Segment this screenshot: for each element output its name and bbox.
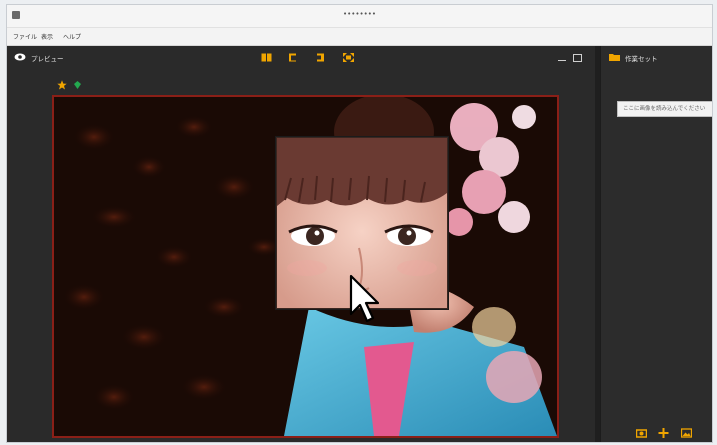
pane-maximize-button[interactable] (573, 54, 582, 62)
menu-file[interactable]: ファイル (13, 32, 37, 41)
menu-bar: ファイル 表示 ヘルプ (7, 28, 712, 46)
mouse-cursor-icon (349, 274, 379, 323)
gem-icon[interactable] (74, 81, 81, 89)
preview-pane: プレビュー (7, 46, 595, 442)
window-title: •••••••• (342, 10, 377, 18)
book-icon[interactable] (261, 53, 272, 62)
menu-view[interactable]: 表示 (41, 32, 53, 41)
application-window: •••••••• ファイル 表示 ヘルプ プレビュー 作業セット ここに画像を読… (6, 4, 713, 443)
workset-pane-title: 作業セット (625, 55, 658, 63)
menu-help[interactable]: ヘルプ (63, 32, 81, 41)
fit-icon[interactable] (343, 53, 354, 62)
plus-icon[interactable] (658, 428, 669, 438)
star-icon[interactable] (57, 80, 67, 90)
rotate-right-icon[interactable] (315, 53, 326, 62)
workset-toolbar (636, 428, 706, 440)
workset-pane: 作業セット ここに画像を読み込んでください (600, 46, 712, 442)
rotate-left-icon[interactable] (288, 53, 299, 62)
preview-pane-title: プレビュー (31, 55, 64, 63)
folder-icon (609, 54, 620, 61)
title-bar: •••••••• (7, 5, 712, 28)
image-stage[interactable] (52, 95, 559, 438)
workset-hint: ここに画像を読み込んでください (617, 101, 712, 117)
eye-icon (14, 53, 26, 61)
camera-icon[interactable] (636, 428, 647, 438)
image-icon[interactable] (681, 428, 692, 438)
pane-minimize-button[interactable] (558, 60, 566, 61)
preview-pane-header: プレビュー (7, 46, 595, 68)
